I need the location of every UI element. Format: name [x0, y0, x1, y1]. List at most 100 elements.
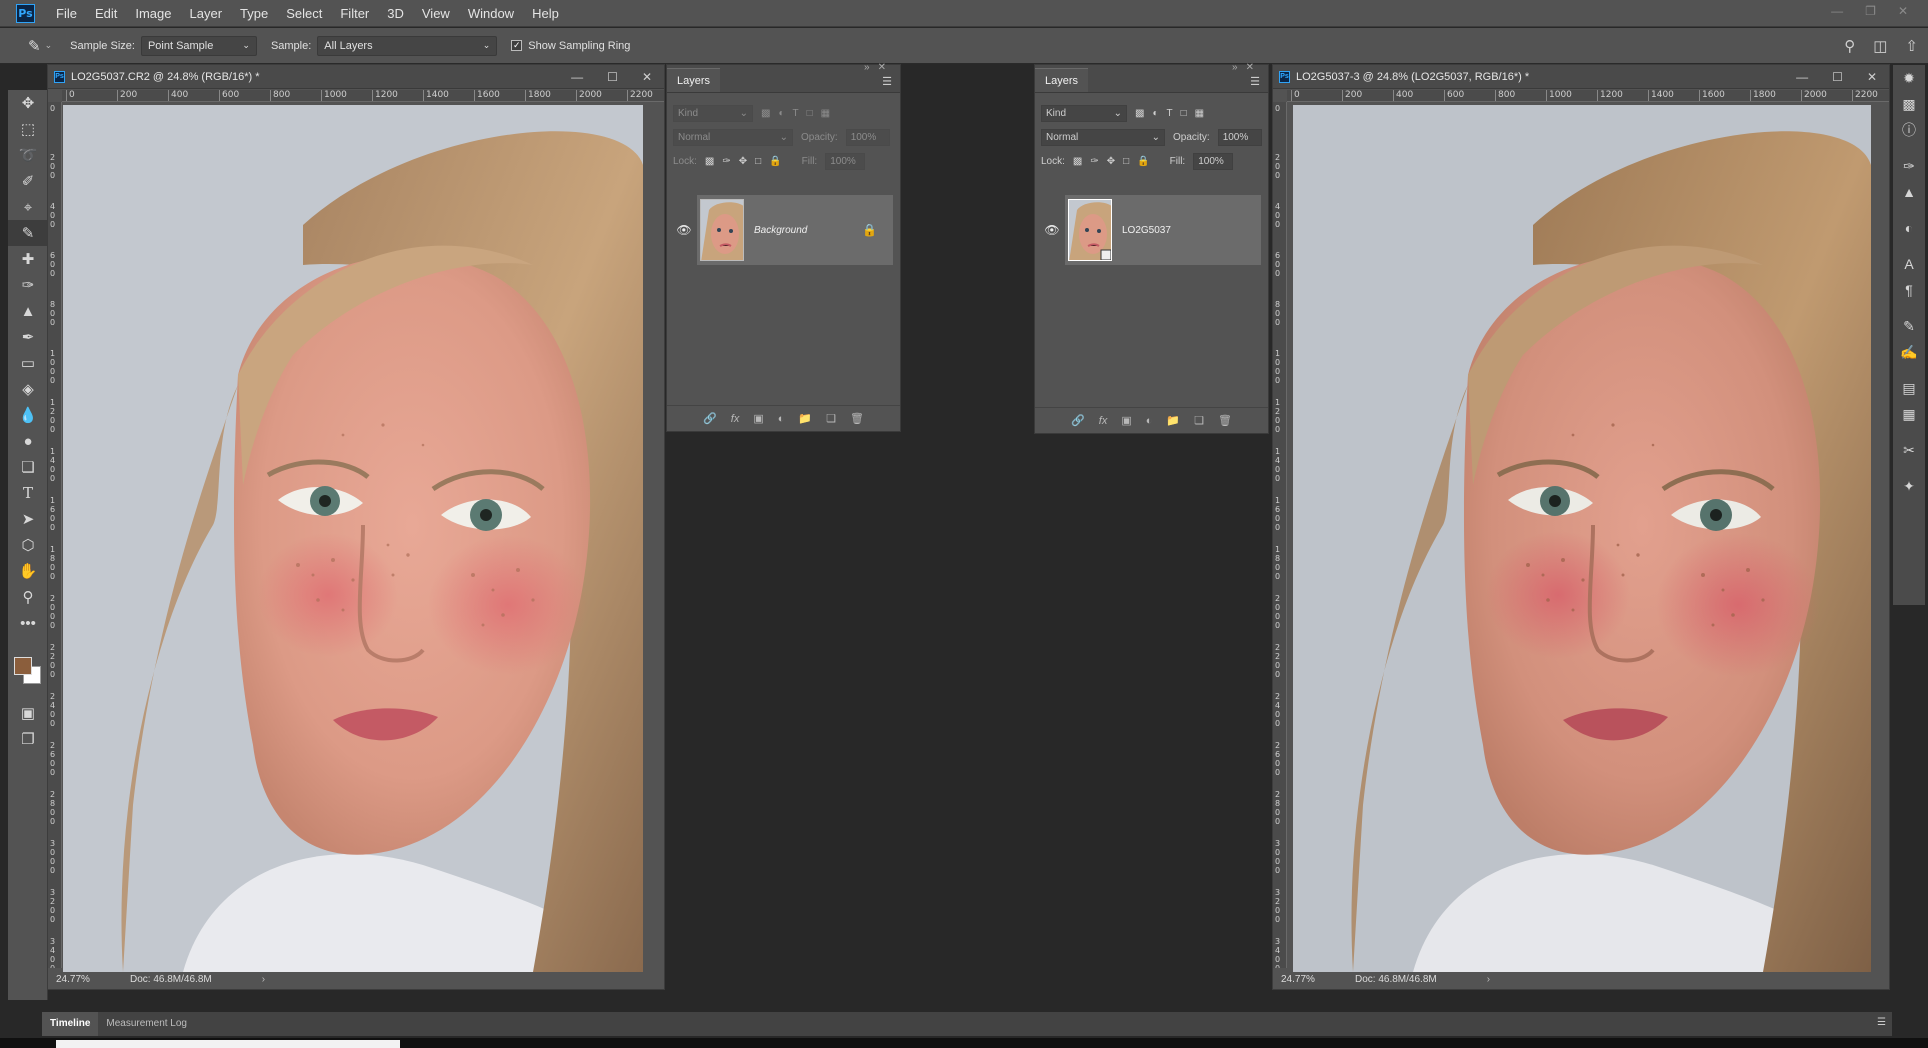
tab-timeline[interactable]: Timeline — [42, 1012, 99, 1036]
panel-menu-icon[interactable]: ☰ — [1877, 1017, 1886, 1028]
link-icon[interactable]: 🔗 — [703, 412, 717, 425]
group-folder-icon[interactable]: 📁 — [798, 412, 812, 425]
lock-artboard-icon[interactable]: □ — [755, 156, 761, 167]
lock-all-icon[interactable]: 🔒 — [1137, 156, 1149, 167]
minimize-icon[interactable]: — — [1831, 4, 1843, 18]
lock-image-icon[interactable]: ✑ — [1090, 156, 1098, 167]
character-styles-icon[interactable]: ✍ — [1893, 339, 1925, 365]
menu-help[interactable]: Help — [523, 0, 568, 27]
zoom-icon[interactable]: ⚲ — [8, 584, 48, 610]
search-icon[interactable]: ⚲ — [1844, 37, 1855, 55]
status-menu-arrow-icon[interactable]: › — [262, 974, 265, 985]
lock-position-icon[interactable]: ✥ — [739, 156, 747, 167]
fx-icon[interactable]: fx — [1099, 415, 1108, 427]
screen-mode-icon[interactable]: ❐ — [8, 726, 48, 752]
taskbar-active-window[interactable] — [56, 1040, 400, 1048]
tool-presets-icon[interactable]: ✂ — [1893, 437, 1925, 463]
lock-artboard-icon[interactable]: □ — [1123, 156, 1129, 167]
dodge-icon[interactable]: ● — [8, 428, 48, 454]
panel-menu-icon[interactable]: ☰ — [882, 75, 892, 88]
more-icon[interactable]: ••• — [8, 610, 48, 636]
lock-position-icon[interactable]: ✥ — [1107, 156, 1115, 167]
smart-object-filter-icon[interactable]: ▦ — [1195, 108, 1204, 119]
tab-layers[interactable]: Layers — [667, 68, 721, 92]
libraries-icon[interactable]: ✦ — [1893, 473, 1925, 499]
paragraph-styles-icon[interactable]: ✎ — [1893, 313, 1925, 339]
sample-select[interactable]: All Layers ⌄ — [317, 35, 498, 56]
maximize-icon[interactable]: ☐ — [607, 70, 618, 84]
mask-icon[interactable]: ▣ — [1121, 414, 1131, 427]
lock-all-icon[interactable]: 🔒 — [769, 156, 781, 167]
eyedropper-icon[interactable]: ✎ — [8, 220, 48, 246]
document-title-bar[interactable]: Ps LO2G5037.CR2 @ 24.8% (RGB/16*) * — ☐ … — [48, 65, 664, 89]
blur-icon[interactable]: 💧 — [8, 402, 48, 428]
adjustment-filter-icon[interactable]: ◐ — [1152, 108, 1158, 119]
shape-icon[interactable]: ⬡ — [8, 532, 48, 558]
info-icon[interactable]: ⓘ — [1893, 117, 1925, 143]
menu-filter[interactable]: Filter — [331, 0, 378, 27]
lock-transparent-icon[interactable]: ▩ — [1073, 156, 1082, 167]
quick-mask-icon[interactable]: ▣ — [8, 700, 48, 726]
opacity-input[interactable]: 100% — [1217, 128, 1262, 146]
layer-row[interactable]: 👁 LO2G5037 — [1044, 195, 1261, 265]
menu-window[interactable]: Window — [459, 0, 523, 27]
mask-icon[interactable]: ▣ — [753, 412, 763, 425]
zoom-level[interactable]: 24.77% — [1273, 974, 1333, 985]
menu-select[interactable]: Select — [277, 0, 331, 27]
adjustment-icon[interactable]: ◐ — [778, 413, 785, 425]
image-canvas[interactable] — [63, 105, 643, 972]
maximize-icon[interactable]: ☐ — [1832, 70, 1843, 84]
shape-filter-icon[interactable]: □ — [1181, 108, 1187, 119]
character-icon[interactable]: A — [1893, 251, 1925, 277]
healing-icon[interactable]: ✚ — [8, 246, 48, 272]
close-icon[interactable]: ✕ — [642, 70, 652, 84]
move-icon[interactable]: ✥ — [8, 90, 48, 116]
new-layer-icon[interactable]: ❏ — [1194, 414, 1204, 427]
new-layer-icon[interactable]: ❏ — [826, 412, 836, 425]
marquee-icon[interactable]: ⬚ — [8, 116, 48, 142]
type-filter-icon[interactable]: T — [793, 108, 799, 119]
shape-filter-icon[interactable]: □ — [807, 108, 813, 119]
properties-icon[interactable]: ▤ — [1893, 375, 1925, 401]
menu-view[interactable]: View — [413, 0, 459, 27]
panel-collapse-icon[interactable]: »✕ — [1232, 62, 1262, 73]
opacity-input[interactable]: 100% — [845, 128, 890, 146]
lasso-icon[interactable]: ➰ — [8, 142, 48, 168]
quick-select-icon[interactable]: ✐ — [8, 168, 48, 194]
pen-icon[interactable]: ❏ — [8, 454, 48, 480]
adjustment-filter-icon[interactable]: ◐ — [778, 108, 784, 119]
hand-icon[interactable]: ✋ — [8, 558, 48, 584]
blend-mode-select[interactable]: Normal ⌄ — [673, 128, 793, 146]
clone-source-icon[interactable]: ▲ — [1893, 179, 1925, 205]
notes-icon[interactable]: ▦ — [1893, 401, 1925, 427]
lock-image-icon[interactable]: ✑ — [722, 156, 730, 167]
workspace-icon[interactable]: ◫ — [1873, 37, 1887, 55]
tab-layers[interactable]: Layers — [1035, 68, 1089, 92]
visibility-eye-icon[interactable]: 👁 — [1039, 223, 1065, 237]
menu-layer[interactable]: Layer — [181, 0, 232, 27]
stamp-icon[interactable]: ▲ — [8, 298, 48, 324]
eyedropper-icon[interactable]: ✎ — [28, 37, 41, 55]
trash-icon[interactable]: 🗑 — [850, 412, 864, 425]
type-icon[interactable]: T — [8, 480, 48, 506]
layer-name[interactable]: LO2G5037 — [1122, 225, 1171, 236]
group-folder-icon[interactable]: 📁 — [1166, 414, 1180, 427]
visibility-eye-icon[interactable]: 👁 — [671, 223, 697, 237]
minimize-icon[interactable]: — — [1796, 70, 1808, 84]
path-select-icon[interactable]: ➤ — [8, 506, 48, 532]
lock-transparent-icon[interactable]: ▩ — [705, 156, 714, 167]
history-brush-icon[interactable]: ✒ — [8, 324, 48, 350]
eraser-icon[interactable]: ▭ — [8, 350, 48, 376]
pixel-filter-icon[interactable]: ▩ — [761, 108, 770, 119]
panel-menu-icon[interactable]: ☰ — [1250, 75, 1260, 88]
panel-collapse-icon[interactable]: »✕ — [864, 62, 894, 73]
fx-icon[interactable]: fx — [731, 413, 740, 425]
crop-icon[interactable]: ⌖ — [8, 194, 48, 220]
sample-size-select[interactable]: Point Sample ⌄ — [140, 35, 257, 56]
menu-file[interactable]: File — [47, 0, 86, 27]
tab-measurement-log[interactable]: Measurement Log — [98, 1012, 195, 1036]
share-icon[interactable]: ⇧ — [1905, 37, 1918, 55]
adjustment-icon[interactable]: ◐ — [1146, 415, 1153, 427]
fill-input[interactable]: 100% — [1193, 152, 1234, 170]
trash-icon[interactable]: 🗑 — [1218, 414, 1232, 427]
